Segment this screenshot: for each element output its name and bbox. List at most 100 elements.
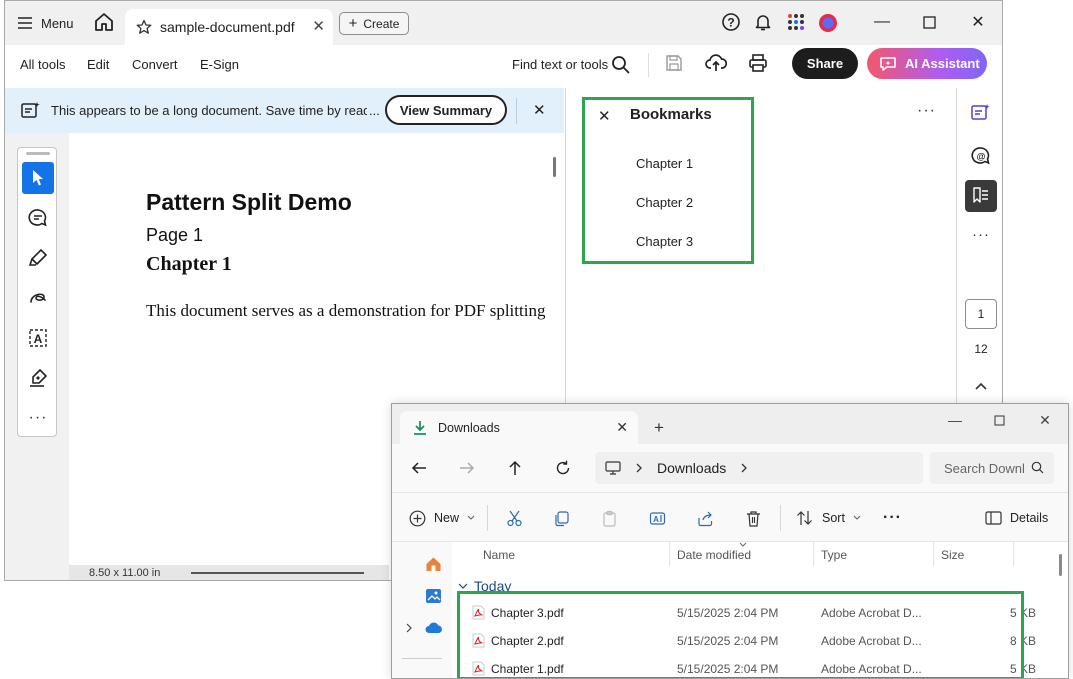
close-bookmarks-icon[interactable]: ✕ xyxy=(598,107,611,125)
esign-menu[interactable]: E-Sign xyxy=(200,57,239,72)
print-icon[interactable] xyxy=(748,53,768,73)
up-arrow-icon[interactable] xyxy=(504,457,526,479)
onedrive-icon[interactable] xyxy=(425,622,443,634)
computer-icon xyxy=(605,461,621,475)
explorer-tab[interactable]: Downloads ✕ xyxy=(400,411,638,444)
search-input[interactable]: Search Downloads xyxy=(930,452,1054,484)
share-icon xyxy=(698,511,713,526)
more-tools-icon[interactable]: ··· xyxy=(22,402,54,434)
column-divider[interactable] xyxy=(669,542,670,566)
rename-button[interactable]: A xyxy=(649,507,666,529)
minimize-button[interactable]: — xyxy=(940,408,970,432)
star-icon[interactable] xyxy=(136,19,152,35)
details-pane-icon xyxy=(985,511,1002,525)
details-button[interactable]: Details xyxy=(985,507,1048,529)
find-text-label[interactable]: Find text or tools xyxy=(512,57,608,72)
column-divider[interactable] xyxy=(813,542,814,566)
home-icon[interactable] xyxy=(425,556,442,572)
help-icon[interactable]: ? xyxy=(721,12,743,34)
new-tab-button[interactable]: + xyxy=(654,418,664,438)
close-tab-icon[interactable]: ✕ xyxy=(616,419,628,436)
file-list-scrollbar[interactable] xyxy=(1059,554,1062,576)
bookmark-chapter-3[interactable]: Chapter 3 xyxy=(636,234,693,249)
avatar[interactable] xyxy=(817,12,839,34)
forward-arrow-icon[interactable] xyxy=(456,457,478,479)
home-button[interactable] xyxy=(93,11,117,35)
create-button[interactable]: + Create xyxy=(339,12,409,35)
column-header-date[interactable]: Date modified xyxy=(677,548,751,562)
draw-tool[interactable] xyxy=(22,282,54,314)
view-summary-button[interactable]: View Summary xyxy=(385,95,507,125)
text-box-tool[interactable]: A xyxy=(22,322,54,354)
share-button[interactable] xyxy=(697,507,714,529)
apps-grid-icon[interactable] xyxy=(786,12,808,34)
bookmarks-more-icon[interactable]: ··· xyxy=(917,102,936,120)
maximize-button[interactable] xyxy=(915,9,943,35)
summary-panel-icon[interactable] xyxy=(965,96,997,128)
cut-button[interactable] xyxy=(506,507,523,529)
column-divider[interactable] xyxy=(1013,542,1014,566)
more-options-icon[interactable]: ··· xyxy=(883,507,902,529)
summary-icon xyxy=(21,101,41,119)
sort-button[interactable]: Sort xyxy=(796,507,861,529)
address-downloads[interactable]: Downloads xyxy=(657,460,726,476)
back-arrow-icon[interactable] xyxy=(408,457,430,479)
highlight-tool[interactable] xyxy=(22,242,54,274)
minimize-button[interactable]: — xyxy=(868,9,896,35)
share-button[interactable]: Share xyxy=(792,48,858,79)
select-tool[interactable] xyxy=(22,162,54,194)
save-icon[interactable] xyxy=(665,54,683,72)
cloud-upload-icon[interactable] xyxy=(705,53,727,73)
ai-assistant-button[interactable]: AI Assistant xyxy=(867,48,987,79)
paste-button[interactable] xyxy=(601,507,618,529)
current-page-input[interactable]: 1 xyxy=(965,299,997,329)
column-header-type[interactable]: Type xyxy=(821,548,847,562)
sign-tool[interactable] xyxy=(22,362,54,394)
rename-icon: A xyxy=(649,511,666,525)
address-bar[interactable]: Downloads xyxy=(595,452,923,484)
document-tab[interactable]: sample-document.pdf ✕ xyxy=(125,9,333,45)
bookmarks-panel-icon[interactable] xyxy=(965,180,997,212)
comment-tool[interactable] xyxy=(22,202,54,234)
explorer-navbar: Downloads Search Downloads xyxy=(392,444,1068,492)
close-window-button[interactable]: ✕ xyxy=(964,9,992,35)
convert-menu[interactable]: Convert xyxy=(132,57,178,72)
plus-icon: + xyxy=(348,15,358,32)
menu-button[interactable]: Menu xyxy=(17,11,74,35)
comment-icon xyxy=(28,209,47,227)
doc-chapter-heading: Chapter 1 xyxy=(146,253,232,275)
refresh-icon[interactable] xyxy=(552,457,574,479)
acrobat-toolbar: All tools Edit Convert E-Sign Find text … xyxy=(5,45,1002,88)
new-button[interactable]: New xyxy=(409,507,475,529)
maximize-button[interactable] xyxy=(984,408,1014,432)
chevron-right-icon[interactable] xyxy=(405,622,413,634)
document-tab-title: sample-document.pdf xyxy=(160,19,295,35)
all-tools-menu[interactable]: All tools xyxy=(20,57,66,72)
chevron-up-icon[interactable] xyxy=(965,370,997,402)
edit-menu[interactable]: Edit xyxy=(87,57,109,72)
status-bar: 8.50 x 11.00 in xyxy=(69,565,389,580)
more-panels-icon[interactable]: ··· xyxy=(965,218,997,250)
doc-scrollbar[interactable] xyxy=(553,157,556,177)
banner-divider xyxy=(516,98,517,124)
bell-icon[interactable] xyxy=(753,12,775,34)
column-header-size[interactable]: Size xyxy=(941,548,964,562)
menu-label: Menu xyxy=(41,15,74,31)
bookmark-chapter-1[interactable]: Chapter 1 xyxy=(636,156,693,171)
horizontal-scrollbar[interactable] xyxy=(191,572,364,574)
copy-button[interactable] xyxy=(553,507,570,529)
gallery-icon[interactable] xyxy=(425,588,442,604)
close-tab-icon[interactable]: ✕ xyxy=(312,17,325,35)
column-header-name[interactable]: Name xyxy=(483,548,515,562)
close-banner-icon[interactable]: ✕ xyxy=(533,101,546,119)
comments-panel-icon[interactable]: @ xyxy=(965,140,997,172)
delete-button[interactable] xyxy=(745,507,762,529)
column-divider[interactable] xyxy=(933,542,934,566)
close-window-button[interactable]: ✕ xyxy=(1030,408,1060,432)
bookmark-chapter-2[interactable]: Chapter 2 xyxy=(636,195,693,210)
rail-handle[interactable] xyxy=(26,152,50,155)
explorer-titlebar: Downloads ✕ + — ✕ xyxy=(392,404,1068,444)
chevron-right-icon[interactable] xyxy=(740,462,748,474)
cmd-divider xyxy=(780,505,781,531)
search-icon[interactable] xyxy=(611,55,631,75)
